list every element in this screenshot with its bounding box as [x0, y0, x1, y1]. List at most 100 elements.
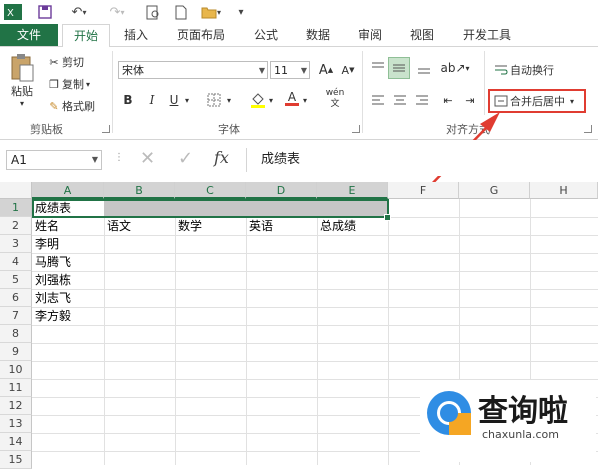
svg-text:X: X — [7, 8, 14, 19]
cell-a7[interactable]: 李方毅 — [33, 307, 71, 325]
cell-a6[interactable]: 刘志飞 — [33, 289, 71, 307]
row-header-5[interactable]: 5 — [0, 271, 32, 289]
column-header-d[interactable]: D — [246, 182, 317, 199]
column-header-a[interactable]: A — [32, 182, 104, 199]
tab-file[interactable]: 文件 — [0, 24, 58, 46]
bold-button[interactable]: B — [118, 91, 138, 109]
row-header-1[interactable]: 1 — [0, 199, 32, 217]
cell-a4[interactable]: 马腾飞 — [33, 253, 71, 271]
orientation-button[interactable]: ab↗ ▾ — [440, 59, 469, 77]
column-header-g[interactable]: G — [459, 182, 530, 199]
enter-icon[interactable]: ✓ — [178, 148, 193, 169]
tab-insert[interactable]: 插入 — [114, 24, 158, 46]
row-header-11[interactable]: 11 — [0, 379, 32, 397]
chevron-down-icon: ▼ — [300, 66, 307, 75]
open-folder-icon[interactable]: ▾ — [198, 3, 224, 21]
column-header-b[interactable]: B — [104, 182, 175, 199]
cell-d2[interactable]: 英语 — [247, 217, 273, 235]
copy-button[interactable]: ❐ 复制 ▾ — [46, 75, 90, 93]
print-preview-icon[interactable] — [144, 3, 162, 21]
borders-button[interactable] — [204, 91, 224, 109]
cell-b2[interactable]: 语文 — [105, 217, 131, 235]
paste-button[interactable]: 粘贴 ▾ — [6, 53, 38, 113]
chevron-down-icon[interactable]: ▾ — [224, 91, 234, 109]
column-header-h[interactable]: H — [530, 182, 598, 199]
cell-e2[interactable]: 总成绩 — [318, 217, 356, 235]
row-header-10[interactable]: 10 — [0, 361, 32, 379]
cell-a5[interactable]: 刘强栋 — [33, 271, 71, 289]
save-icon[interactable] — [36, 3, 54, 21]
tab-formulas[interactable]: 公式 — [244, 24, 288, 46]
format-painter-button[interactable]: ✎ 格式刷 — [46, 97, 95, 115]
row-header-15[interactable]: 15 — [0, 451, 32, 469]
tab-home[interactable]: 开始 — [62, 24, 110, 48]
redo-icon[interactable]: ↷ ▾ — [104, 3, 130, 21]
fill-color-button[interactable] — [248, 91, 268, 109]
cell-a2[interactable]: 姓名 — [33, 217, 59, 235]
font-color-button[interactable]: A — [282, 89, 302, 107]
row-header-9[interactable]: 9 — [0, 343, 32, 361]
column-header-f[interactable]: F — [388, 182, 459, 199]
cell-a3[interactable]: 李明 — [33, 235, 59, 253]
gridline — [104, 199, 105, 465]
customize-qat-icon[interactable]: ▾ — [234, 3, 248, 21]
formula-input[interactable]: 成绩表 — [246, 148, 598, 172]
paste-icon — [11, 54, 34, 82]
insert-function-icon[interactable]: fx — [214, 148, 229, 167]
shrink-font-button[interactable]: A ▼ — [338, 61, 358, 79]
gridline — [32, 235, 598, 236]
phonetic-guide-button[interactable]: wén 文 — [322, 87, 348, 111]
grow-font-button[interactable]: A ▲ — [316, 61, 336, 79]
column-header-e[interactable]: E — [317, 182, 388, 199]
align-center-button[interactable] — [390, 91, 410, 109]
chevron-down-icon[interactable]: ▾ — [182, 91, 192, 109]
row-header-14[interactable]: 14 — [0, 433, 32, 451]
align-top-icon — [372, 62, 384, 68]
clipboard-group-label: 剪贴板 — [30, 123, 63, 136]
select-all-corner[interactable] — [0, 182, 32, 199]
row-header-7[interactable]: 7 — [0, 307, 32, 325]
wrap-text-button[interactable]: 自动换行 — [492, 61, 554, 79]
new-file-icon[interactable] — [172, 3, 190, 21]
cell-c2[interactable]: 数学 — [176, 217, 202, 235]
row-header-12[interactable]: 12 — [0, 397, 32, 415]
cancel-icon[interactable]: ✕ — [140, 148, 155, 169]
font-size-combo[interactable]: 11 ▼ — [270, 61, 310, 79]
row-header-3[interactable]: 3 — [0, 235, 32, 253]
chevron-down-icon[interactable]: ▼ — [92, 151, 98, 169]
align-left-button[interactable] — [368, 91, 388, 109]
undo-icon[interactable]: ↶ ▾ — [66, 3, 92, 21]
row-header-4[interactable]: 4 — [0, 253, 32, 271]
alignment-launcher-icon[interactable] — [584, 125, 592, 133]
row-header-2[interactable]: 2 — [0, 217, 32, 235]
align-middle-button[interactable] — [388, 57, 410, 79]
column-header-c[interactable]: C — [175, 182, 246, 199]
align-left-icon — [372, 95, 384, 105]
chevron-down-icon[interactable]: ▾ — [570, 97, 574, 106]
cut-button[interactable]: ✂ 剪切 — [46, 53, 84, 71]
fill-handle[interactable] — [384, 214, 391, 221]
row-header-13[interactable]: 13 — [0, 415, 32, 433]
font-launcher-icon[interactable] — [352, 125, 360, 133]
tab-data[interactable]: 数据 — [296, 24, 340, 46]
name-box[interactable]: A1 ▼ — [6, 150, 102, 170]
tab-view[interactable]: 视图 — [400, 24, 444, 46]
watermark-name: 查询啦 — [478, 394, 568, 429]
tab-page-layout[interactable]: 页面布局 — [166, 24, 236, 46]
tab-developer[interactable]: 开发工具 — [452, 24, 522, 46]
align-bottom-button[interactable] — [414, 59, 434, 77]
font-name-combo[interactable]: 宋体 ▼ — [118, 61, 268, 79]
tab-review[interactable]: 审阅 — [348, 24, 392, 46]
clipboard-launcher-icon[interactable] — [102, 125, 110, 133]
selection-border — [32, 199, 389, 218]
row-header-8[interactable]: 8 — [0, 325, 32, 343]
chevron-down-icon[interactable]: ▾ — [300, 91, 310, 109]
align-top-button[interactable] — [368, 59, 388, 77]
underline-button[interactable]: U — [164, 91, 184, 109]
watermark: 查询啦 chaxunla.com — [420, 380, 596, 462]
chevron-down-icon[interactable]: ▾ — [266, 91, 276, 109]
italic-button[interactable]: I — [142, 91, 162, 109]
paintbrush-icon: ✎ — [49, 99, 59, 113]
row-header-6[interactable]: 6 — [0, 289, 32, 307]
cell-a1[interactable]: 成绩表 — [33, 199, 71, 217]
